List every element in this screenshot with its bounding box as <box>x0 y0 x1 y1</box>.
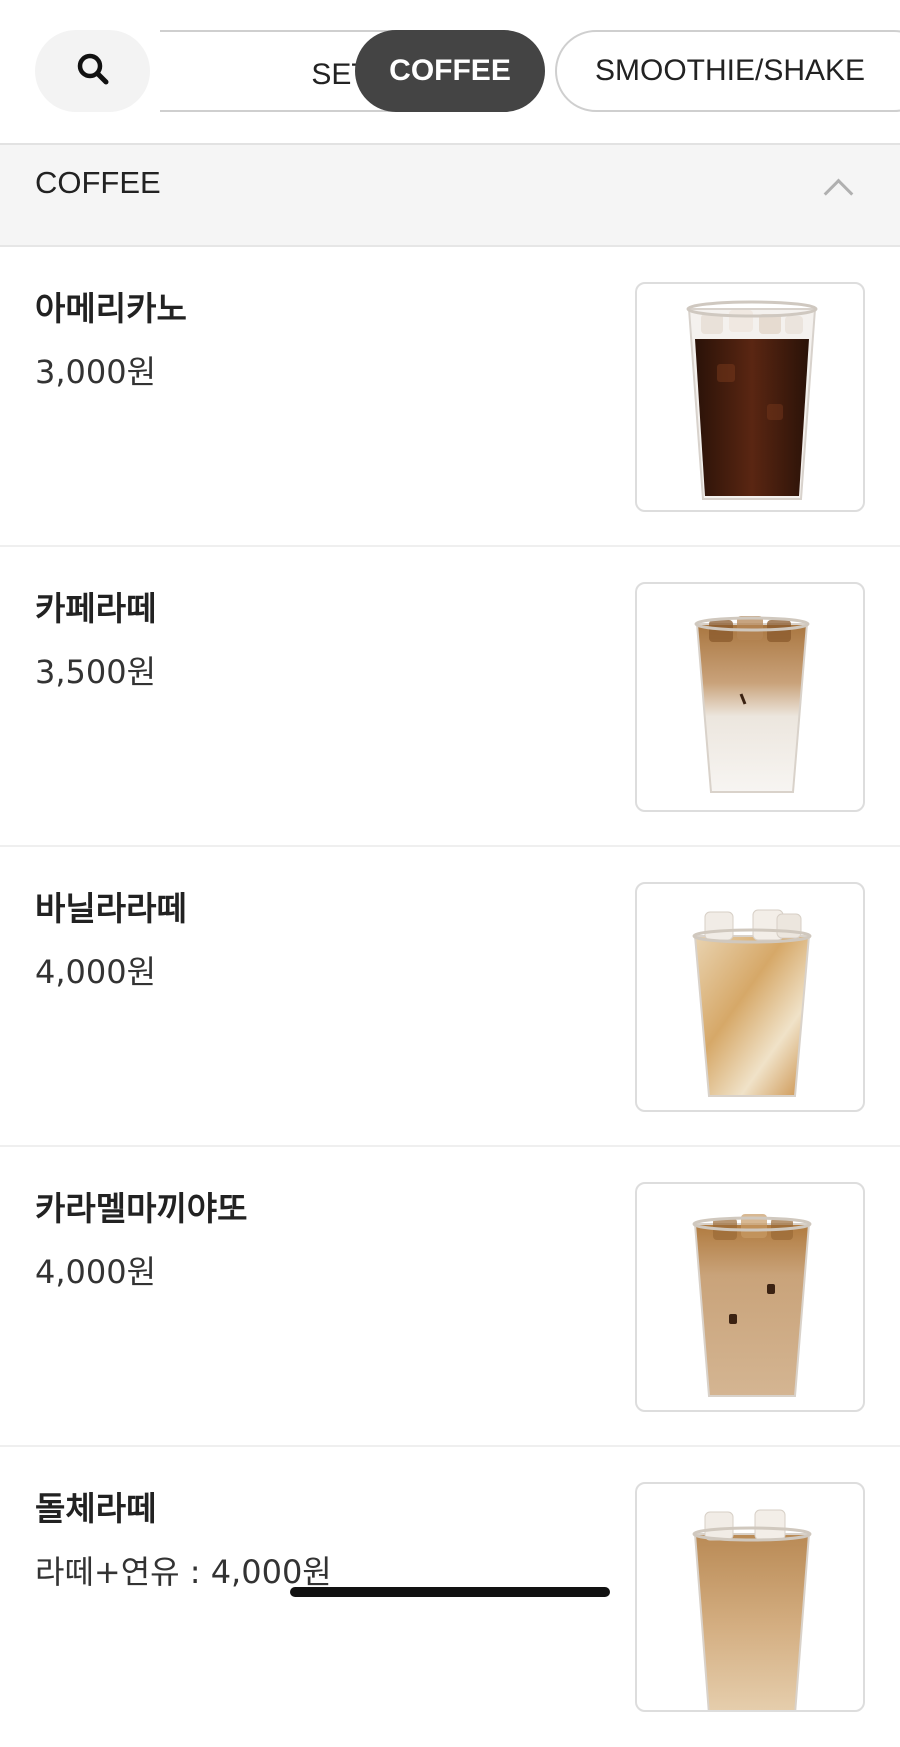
item-price: 4,000원 <box>35 953 157 991</box>
iced-caramel-macchiato-image <box>692 1214 812 1397</box>
item-thumbnail <box>635 282 865 512</box>
iced-americano-image <box>686 300 818 500</box>
item-name: 카페라떼 <box>35 589 157 628</box>
menu-item[interactable]: 카페라떼 3,500원 <box>0 547 900 847</box>
item-name: 아메리카노 <box>35 289 187 328</box>
menu-item[interactable]: 바닐라라떼 4,000원 <box>0 847 900 1147</box>
item-price: 4,000원 <box>35 1253 157 1291</box>
section-header[interactable]: COFFEE <box>0 145 900 247</box>
item-name: 카라멜마끼야또 <box>35 1189 248 1228</box>
category-bar: SET 메뉴 … COFFEE SMOOTHIE/SHAKE <box>0 0 900 145</box>
item-price: 3,500원 <box>35 653 157 691</box>
menu-item[interactable]: 아메리카노 3,000원 <box>0 247 900 547</box>
item-name: 바닐라라떼 <box>35 889 187 928</box>
iced-vanilla-latte-image <box>692 909 812 1097</box>
item-thumbnail <box>635 1182 865 1412</box>
item-price: 3,000원 <box>35 353 157 391</box>
item-name: 돌체라떼 <box>35 1489 157 1528</box>
item-thumbnail <box>635 882 865 1112</box>
home-indicator <box>290 1587 610 1597</box>
section-title: COFFEE <box>35 165 161 200</box>
iced-dolce-latte-image <box>692 1509 812 1710</box>
category-chip-smoothie-shake[interactable]: SMOOTHIE/SHAKE <box>555 30 900 112</box>
search-icon <box>75 51 111 91</box>
search-button[interactable] <box>35 30 150 112</box>
item-price: 라떼+연유 : 4,000원 <box>35 1553 332 1591</box>
category-chip-coffee[interactable]: COFFEE <box>355 30 545 112</box>
menu-item[interactable]: 카라멜마끼야또 4,000원 <box>0 1147 900 1447</box>
iced-latte-image <box>694 616 810 793</box>
item-thumbnail <box>635 1482 865 1712</box>
category-chips: SET 메뉴 … COFFEE SMOOTHIE/SHAKE <box>160 28 900 114</box>
item-thumbnail <box>635 582 865 812</box>
menu-item[interactable]: 돌체라떼 라떼+연유 : 4,000원 <box>0 1447 900 1747</box>
